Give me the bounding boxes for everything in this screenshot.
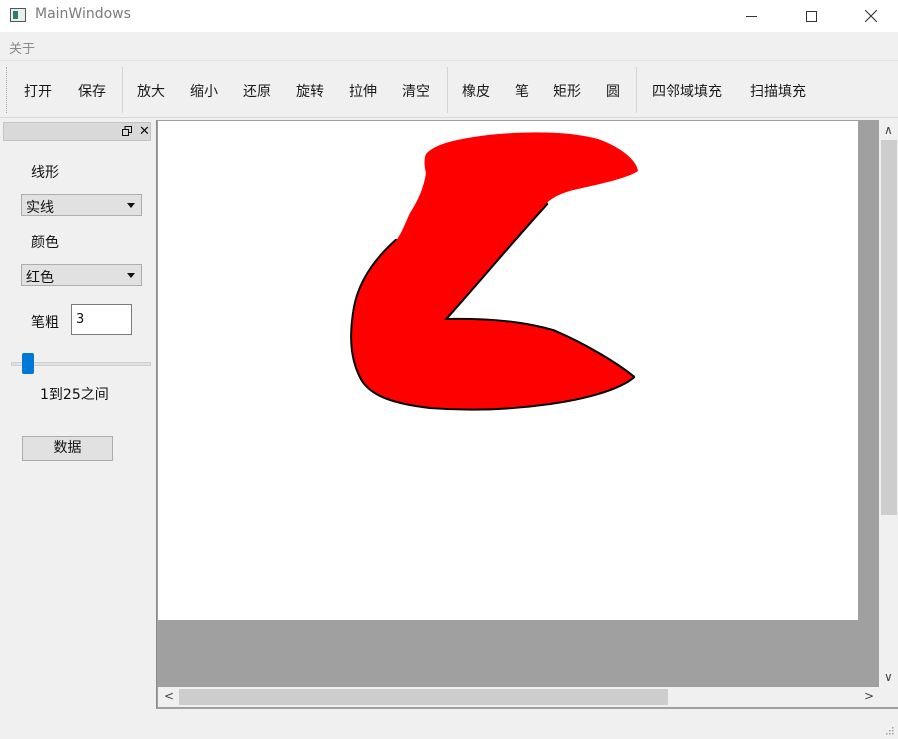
color-value: 红色 <box>26 270 54 286</box>
eraser-button[interactable]: 橡皮 <box>462 81 490 101</box>
toolbar: 打开 保存 放大 缩小 还原 旋转 拉伸 清空 橡皮 笔 矩形 圆 四邻域填充 … <box>0 60 898 118</box>
flood-fill-button[interactable]: 四邻域填充 <box>652 81 722 101</box>
main-window: MainWindows 关于 打开 保存 放大 缩小 还原 旋转 拉伸 清空 橡… <box>0 0 898 739</box>
line-style-label: 线形 <box>31 165 59 181</box>
zoom-out-button[interactable]: 缩小 <box>190 81 218 101</box>
scroll-right-icon[interactable]: > <box>864 690 874 702</box>
line-style-value: 实线 <box>26 200 54 216</box>
drawing-canvas[interactable] <box>158 121 858 620</box>
red-stroke-fill <box>352 132 638 409</box>
toolbar-separator <box>122 67 123 113</box>
toolbar-separator <box>447 67 448 113</box>
maximize-icon <box>805 10 817 22</box>
resize-grip-icon[interactable] <box>884 725 894 735</box>
chevron-down-icon <box>127 273 135 278</box>
maximize-button[interactable] <box>788 0 834 32</box>
scroll-down-icon[interactable]: ∨ <box>884 671 893 683</box>
close-button[interactable] <box>848 0 894 32</box>
dock-close-icon[interactable]: ✕ <box>139 125 150 138</box>
canvas-drawing <box>350 132 638 411</box>
tool-dock: ✕ 线形 实线 颜色 红色 笔粗 1到25之间 数据 <box>0 120 155 710</box>
rectangle-button[interactable]: 矩形 <box>553 81 581 101</box>
restore-button[interactable]: 还原 <box>243 81 271 101</box>
title-bar[interactable]: MainWindows <box>0 0 898 32</box>
scroll-up-icon[interactable]: ∧ <box>884 124 893 136</box>
data-button[interactable]: 数据 <box>22 436 113 461</box>
open-button[interactable]: 打开 <box>24 81 52 101</box>
scroll-left-icon[interactable]: < <box>164 690 174 702</box>
color-select[interactable]: 红色 <box>21 264 142 286</box>
toolbar-separator <box>636 67 637 113</box>
scroll-corner <box>879 687 898 707</box>
pen-width-label: 笔粗 <box>31 315 59 331</box>
window-title: MainWindows <box>35 6 131 22</box>
chevron-down-icon <box>127 203 135 208</box>
dock-title-bar[interactable]: ✕ <box>3 122 151 141</box>
horizontal-scroll-thumb[interactable] <box>179 689 668 705</box>
horizontal-scrollbar[interactable]: < > <box>158 687 879 707</box>
slider-range-text: 1到25之间 <box>40 387 109 403</box>
float-icon[interactable] <box>122 126 132 136</box>
zoom-in-button[interactable]: 放大 <box>137 81 165 101</box>
app-icon <box>10 8 26 22</box>
save-button[interactable]: 保存 <box>78 81 106 101</box>
minimize-button[interactable] <box>728 0 774 32</box>
color-label: 颜色 <box>31 235 59 251</box>
pen-button[interactable]: 笔 <box>515 81 529 101</box>
close-icon <box>865 10 877 22</box>
status-bar <box>0 710 898 739</box>
menu-about[interactable]: 关于 <box>9 38 35 57</box>
rotate-button[interactable]: 旋转 <box>296 81 324 101</box>
scanline-fill-button[interactable]: 扫描填充 <box>750 81 806 101</box>
pen-width-slider-handle[interactable] <box>21 353 34 374</box>
line-style-select[interactable]: 实线 <box>21 194 142 216</box>
circle-button[interactable]: 圆 <box>606 81 620 101</box>
pen-width-input[interactable] <box>71 304 132 335</box>
clear-button[interactable]: 清空 <box>402 81 430 101</box>
vertical-scrollbar[interactable]: ∧ ∨ <box>879 120 898 687</box>
menu-bar: 关于 <box>0 33 898 59</box>
vertical-scroll-thumb[interactable] <box>881 140 897 515</box>
minimize-icon <box>745 15 757 17</box>
canvas-scroll-area[interactable]: ∧ ∨ < > <box>156 120 898 709</box>
stretch-button[interactable]: 拉伸 <box>349 81 377 101</box>
toolbar-grip[interactable] <box>6 67 9 113</box>
